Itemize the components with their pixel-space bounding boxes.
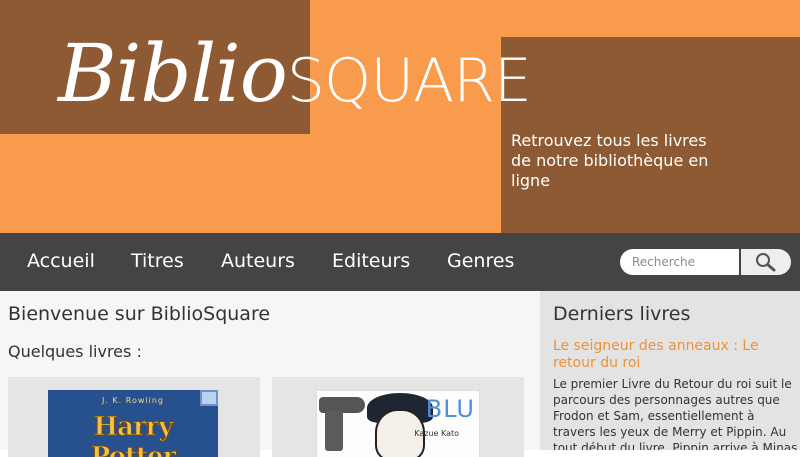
cover-title-text: Harry Potter: [90, 412, 176, 457]
logo-square-text: SQUARE: [286, 46, 532, 116]
cover-title-text: BLU: [425, 395, 475, 423]
logo-biblio-text: Biblio: [58, 27, 288, 120]
nav-item-auteurs[interactable]: Auteurs: [221, 250, 295, 272]
sidebar-title: Derniers livres: [553, 303, 691, 325]
cover-author-text: J. K. Rowling: [101, 396, 164, 405]
book-cover-image[interactable]: BLU Kazue Kato: [316, 390, 480, 457]
site-tagline: Retrouvez tous les livres de notre bibli…: [511, 131, 709, 190]
search-icon: [756, 253, 776, 272]
nav-item-accueil[interactable]: Accueil: [27, 250, 95, 272]
cover-author-text: Kazue Kato: [414, 429, 459, 438]
latest-book-description: Le premier Livre du Retour du roi suit l…: [553, 377, 798, 450]
nav-item-editeurs[interactable]: Editeurs: [332, 250, 410, 272]
sidebar-latest-books: Derniers livres Le seigneur des anneaux …: [540, 291, 800, 450]
book-cover-image[interactable]: J. K. Rowling Harry Potter: [48, 390, 218, 457]
site-logo[interactable]: BiblioSQUARE: [58, 34, 532, 116]
nav-item-genres[interactable]: Genres: [447, 250, 514, 272]
nav-item-titres[interactable]: Titres: [131, 250, 184, 272]
main-content: Bienvenue sur BiblioSquare Quelques livr…: [0, 291, 540, 457]
search-input[interactable]: [620, 249, 739, 275]
book-card[interactable]: BLU Kazue Kato: [272, 377, 524, 457]
book-card[interactable]: J. K. Rowling Harry Potter: [8, 377, 260, 457]
cover-illustration-grip: [325, 411, 343, 451]
search-button[interactable]: [741, 249, 791, 275]
latest-book-link[interactable]: Le seigneur des anneaux : Le retour du r…: [553, 338, 793, 372]
books-subtitle: Quelques livres :: [8, 342, 142, 361]
page-title: Bienvenue sur BiblioSquare: [8, 303, 271, 325]
site-header: BiblioSQUARE Retrouvez tous les livres d…: [0, 0, 800, 233]
